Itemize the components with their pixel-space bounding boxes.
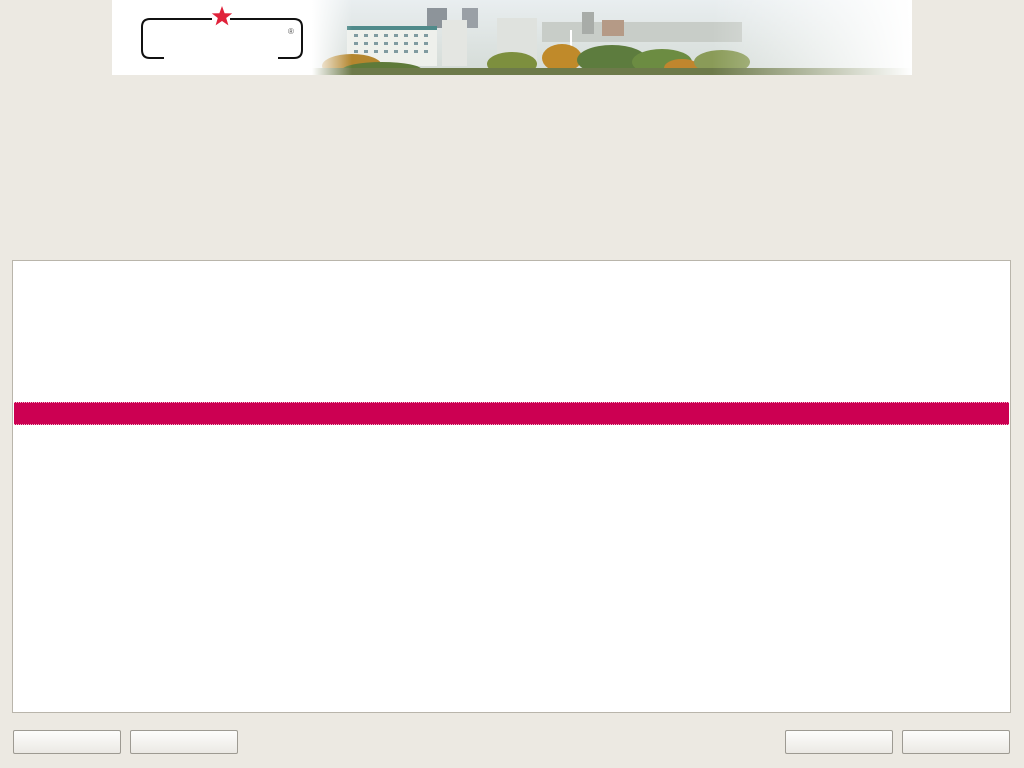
company-logo: ® [112,0,312,75]
content-panel [12,260,1011,713]
header-banner: ® [112,0,912,75]
city-panorama-photo [312,0,912,75]
bottom-left-button-1[interactable] [13,730,121,754]
bottom-left-button-2[interactable] [130,730,238,754]
registered-mark: ® [288,27,294,36]
bottom-right-button-1[interactable] [785,730,893,754]
selected-row-highlight[interactable] [14,402,1009,425]
screen: ® [0,0,1024,768]
bottom-right-button-2[interactable] [902,730,1010,754]
